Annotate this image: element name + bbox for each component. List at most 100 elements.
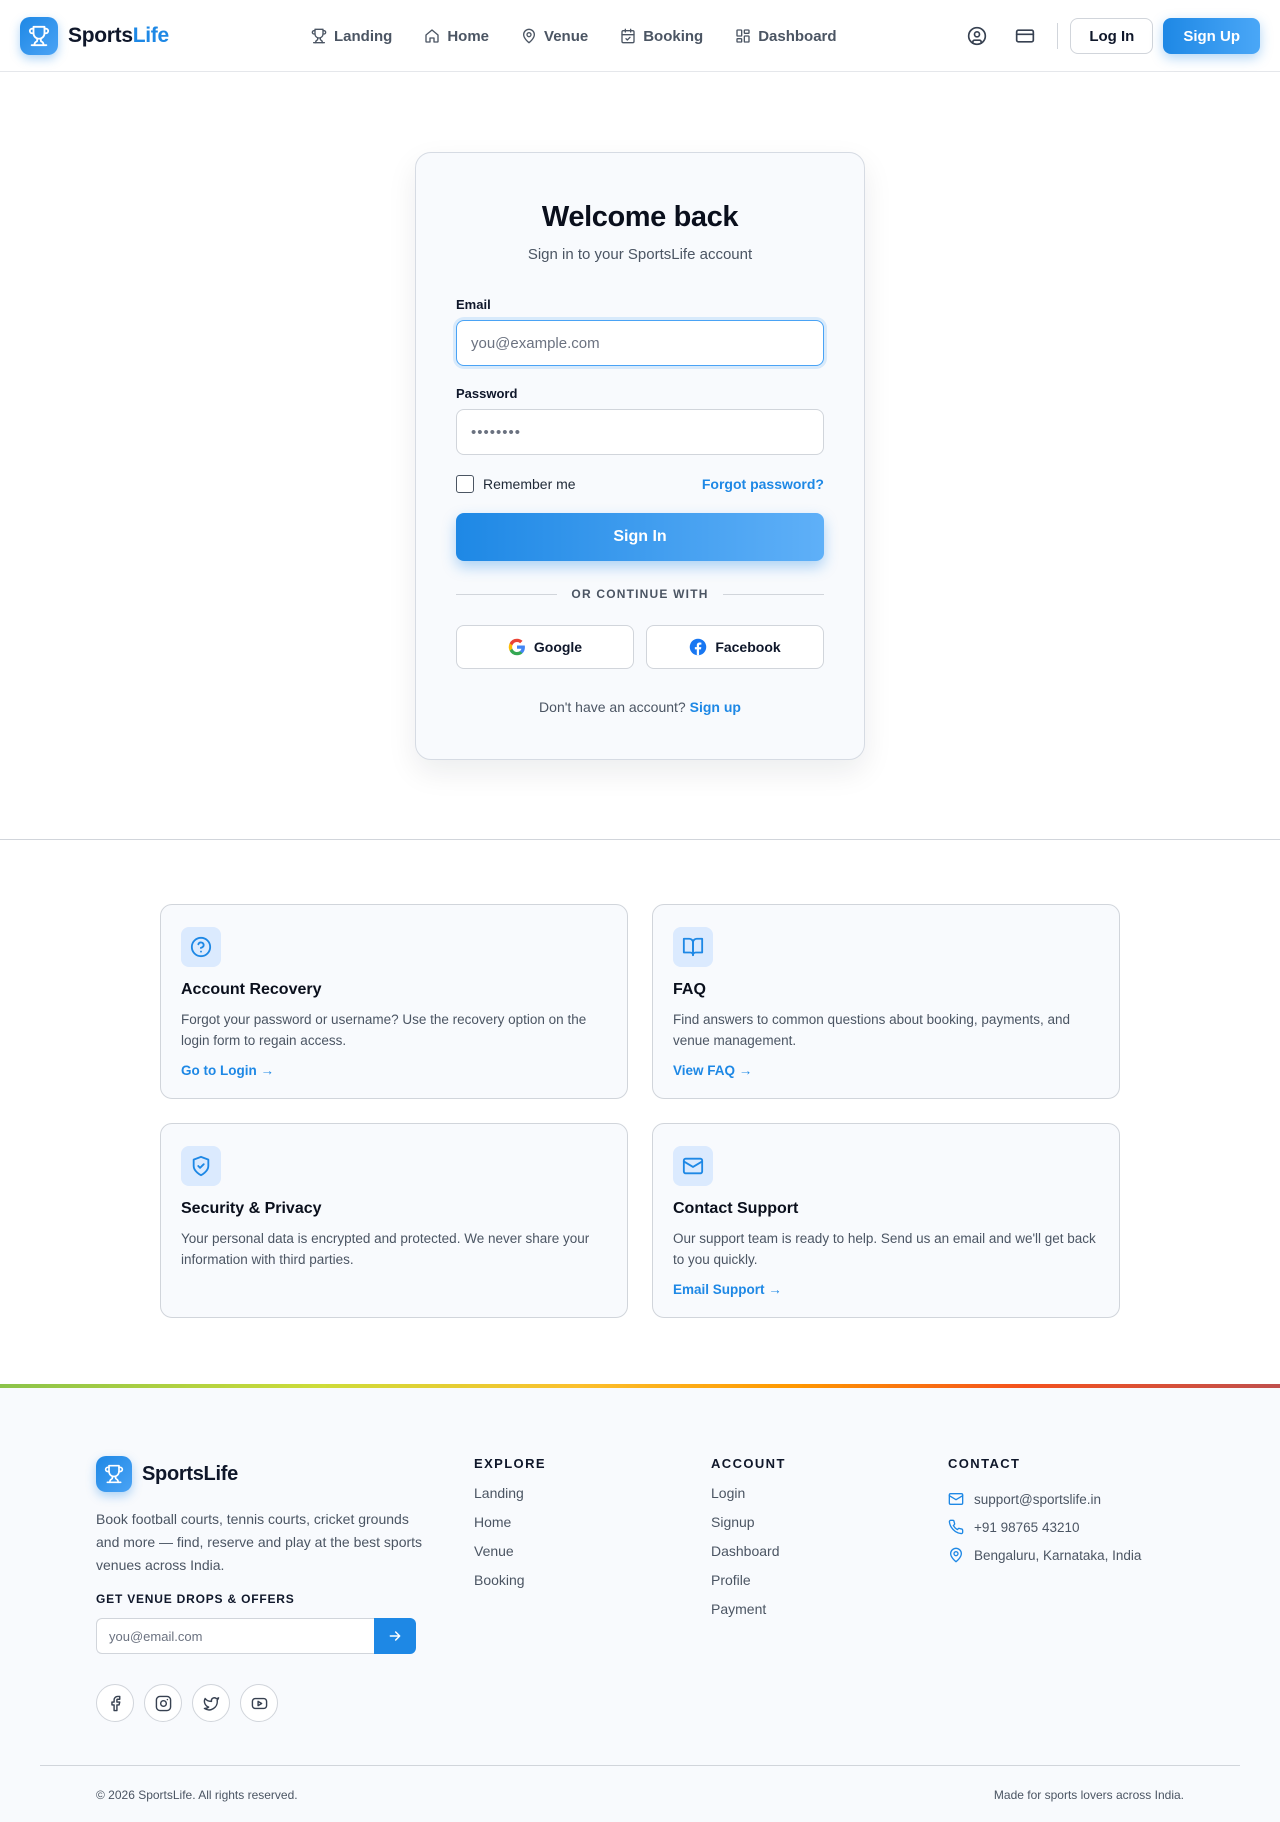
made-for-text: Made for sports lovers across India.: [993, 1788, 1184, 1802]
youtube-icon: [251, 1697, 267, 1709]
footer-link-home[interactable]: Home: [474, 1514, 546, 1543]
dashboard-icon: [736, 29, 750, 43]
footer-socials: [96, 1684, 278, 1722]
instagram-icon: [155, 1695, 171, 1711]
nav-booking[interactable]: Booking: [620, 28, 703, 45]
trophy-icon: [311, 28, 327, 44]
nav-home[interactable]: Home: [424, 28, 489, 45]
footer-link-landing[interactable]: Landing: [474, 1485, 546, 1514]
help-card-contact-support: Contact Support Our support team is read…: [652, 1123, 1120, 1318]
instagram-link[interactable]: [144, 1684, 182, 1722]
calendar-icon: [621, 28, 635, 44]
login-title: Welcome back: [541, 201, 739, 233]
contact-address: Bengaluru, Karnataka, India: [948, 1541, 1141, 1569]
or-continue-text: OR CONTINUE WITH: [571, 587, 709, 601]
footer-link-signup[interactable]: Signup: [711, 1514, 786, 1543]
site-footer: SportsLife Book football courts, tennis …: [0, 1384, 1280, 1822]
remember-me-toggle[interactable]: Remember me: [456, 475, 576, 493]
footer-link-payment[interactable]: Payment: [711, 1601, 786, 1630]
or-divider: OR CONTINUE WITH: [456, 587, 825, 601]
facebook-icon: [110, 1695, 120, 1711]
help-cards-grid: Account Recovery Forgot your password or…: [160, 904, 1120, 1318]
go-to-login-link[interactable]: Go to Login →: [181, 1063, 274, 1078]
help-card-title: Contact Support: [673, 1200, 799, 1217]
map-pin-icon: [523, 28, 536, 44]
footer-link-dashboard[interactable]: Dashboard: [711, 1543, 786, 1572]
remember-me-label: Remember me: [483, 476, 576, 492]
login-card: Welcome back Sign in to your SportsLife …: [415, 152, 865, 760]
facebook-login-button[interactable]: Facebook: [646, 625, 824, 669]
header-divider: [1057, 23, 1059, 49]
remember-me-checkbox[interactable]: [456, 475, 474, 493]
footer-divider: [40, 1765, 1240, 1766]
nav-landing[interactable]: Landing: [311, 28, 392, 45]
footer-link-booking[interactable]: Booking: [474, 1572, 546, 1601]
twitter-link[interactable]: [192, 1684, 230, 1722]
nav-venue[interactable]: Venue: [521, 28, 588, 45]
payment-button[interactable]: [1007, 18, 1043, 54]
account-title: ACCOUNT: [711, 1456, 786, 1471]
brand-logo[interactable]: SportsLife: [20, 16, 169, 55]
remember-row: Remember me Forgot password?: [456, 475, 824, 493]
nav-label: Booking: [643, 27, 704, 45]
top-navbar: SportsLife Landing Home Venue Booking Da…: [0, 0, 1280, 72]
google-login-button[interactable]: Google: [456, 625, 634, 669]
footer-contact-column: CONTACT support@sportslife.in +91 98765 …: [948, 1456, 1141, 1569]
footer-link-profile[interactable]: Profile: [711, 1572, 786, 1601]
login-subtitle: Sign in to your SportsLife account: [527, 246, 753, 263]
contact-phone[interactable]: +91 98765 43210: [948, 1513, 1141, 1541]
view-faq-link[interactable]: View FAQ →: [673, 1063, 752, 1078]
forgot-password-link[interactable]: Forgot password?: [702, 476, 824, 492]
contact-title: CONTACT: [948, 1456, 1021, 1471]
footer-link-login[interactable]: Login: [711, 1485, 786, 1514]
newsletter-email-input[interactable]: [96, 1618, 374, 1654]
nav-dashboard[interactable]: Dashboard: [735, 27, 837, 45]
main-nav: Landing Home Venue Booking Dashboard: [311, 0, 837, 72]
nav-label: Home: [447, 27, 490, 45]
home-icon: [425, 29, 439, 43]
newsletter-label: GET VENUE DROPS & OFFERS: [96, 1592, 295, 1606]
signup-link[interactable]: Sign up: [690, 699, 741, 715]
footer-rainbow-bar: [0, 1384, 1280, 1388]
help-section: Account Recovery Forgot your password or…: [0, 840, 1280, 1388]
sign-in-button[interactable]: Sign In: [456, 513, 824, 561]
nav-label: Dashboard: [758, 27, 837, 45]
contact-email[interactable]: support@sportslife.in: [948, 1485, 1141, 1513]
user-circle-icon: [968, 26, 987, 46]
footer-link-venue[interactable]: Venue: [474, 1543, 546, 1572]
nav-label: Venue: [544, 27, 589, 45]
copyright-text: © 2026 SportsLife. All rights reserved.: [96, 1788, 298, 1802]
help-card-text: Your personal data is encrypted and prot…: [181, 1231, 590, 1267]
help-card-security-privacy: Security & Privacy Your personal data is…: [160, 1123, 628, 1318]
login-section: Welcome back Sign in to your SportsLife …: [0, 72, 1280, 840]
email-label: Email: [456, 297, 491, 312]
login-button[interactable]: Log In: [1070, 18, 1154, 54]
help-card-text: Forgot your password or username? Use th…: [181, 1012, 587, 1048]
footer-brand[interactable]: SportsLife: [96, 1456, 238, 1492]
trophy-logo-icon: [20, 16, 58, 55]
facebook-link[interactable]: [96, 1684, 134, 1722]
map-pin-icon: [950, 1547, 962, 1563]
trophy-logo-icon: [96, 1456, 132, 1492]
mail-icon: [948, 1493, 964, 1505]
help-card-title: FAQ: [673, 981, 706, 998]
credit-card-icon: [1016, 29, 1035, 43]
shield-check-icon: [192, 1155, 210, 1177]
youtube-link[interactable]: [240, 1684, 278, 1722]
help-card-text: Find answers to common questions about b…: [673, 1012, 1070, 1048]
email-input[interactable]: [456, 320, 824, 366]
help-card-title: Security & Privacy: [181, 1200, 322, 1217]
help-card-account-recovery: Account Recovery Forgot your password or…: [160, 904, 628, 1099]
footer-account-column: ACCOUNT Login Signup Dashboard Profile P…: [711, 1456, 786, 1630]
newsletter-submit-button[interactable]: [374, 1618, 416, 1654]
help-card-text: Our support team is ready to help. Send …: [673, 1231, 1096, 1267]
signup-button[interactable]: Sign Up: [1163, 18, 1260, 54]
header-actions: Log In Sign Up: [959, 0, 1260, 72]
footer-description: Book football courts, tennis courts, cri…: [96, 1511, 423, 1573]
profile-button[interactable]: [959, 18, 995, 54]
password-input[interactable]: [456, 409, 824, 455]
twitter-icon: [203, 1696, 219, 1711]
explore-title: EXPLORE: [474, 1456, 546, 1471]
footer-brand-name: SportsLife: [142, 1462, 238, 1485]
email-support-link[interactable]: Email Support →: [673, 1282, 782, 1297]
